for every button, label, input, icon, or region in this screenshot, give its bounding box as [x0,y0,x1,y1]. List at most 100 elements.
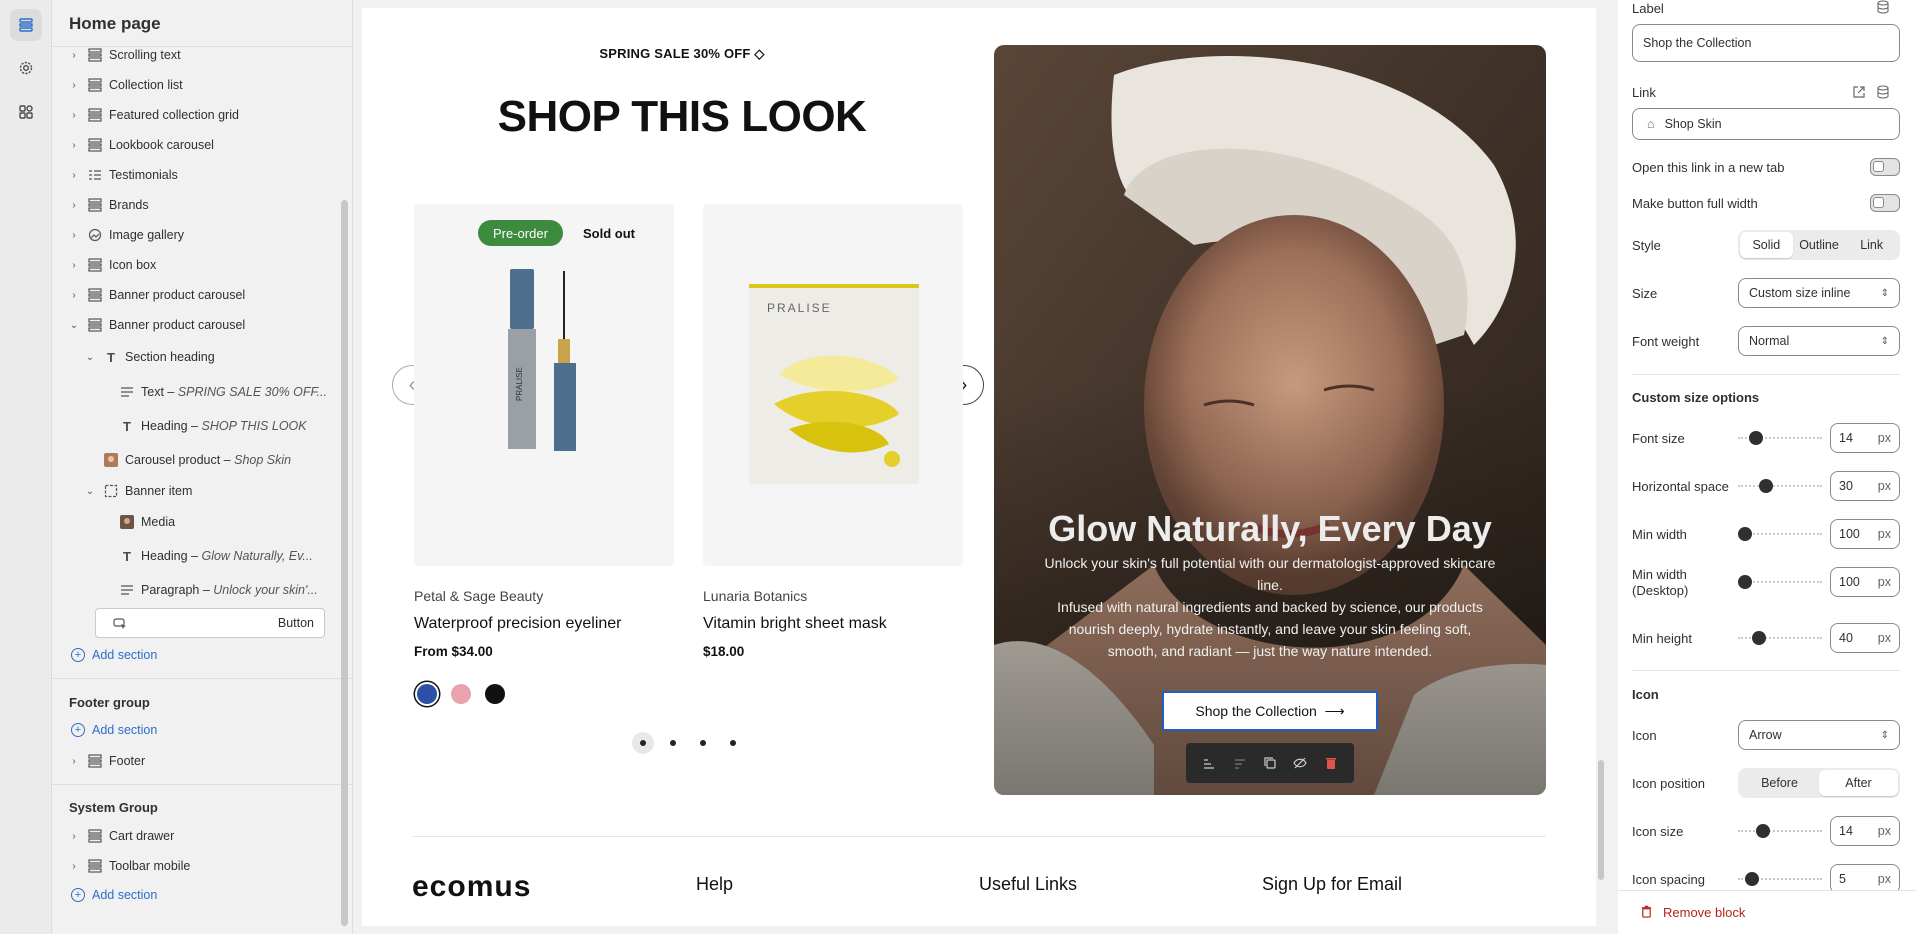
tree-item-banner-product-carousel[interactable]: › Banner product carousel [67,282,245,308]
product-name[interactable]: Waterproof precision eyeliner [414,615,622,633]
product-card-sheet-mask[interactable]: PRALISE [703,204,963,566]
carousel-dot[interactable] [632,732,654,754]
min-height-input[interactable]: 40 px [1830,623,1900,653]
min-width-desktop-input[interactable]: 100 px [1830,567,1900,597]
font-weight-select[interactable]: Normal ⇕ [1738,326,1900,356]
tree-item-banner-product-carousel-expanded[interactable]: ⌄ Banner product carousel [67,312,245,338]
tree-item-featured-collection-grid[interactable]: › Featured collection grid [67,102,239,128]
size-select[interactable]: Custom size inline ⇕ [1738,278,1900,308]
text-icon: T [123,418,131,434]
tree-item-heading[interactable]: T Heading – SHOP THIS LOOK [113,413,307,439]
tree-item-testimonials[interactable]: › Testimonials [67,162,177,188]
label-input[interactable]: Shop the Collection [1632,24,1900,62]
add-section-button[interactable]: + Add section [71,648,157,662]
dynamic-source-icon[interactable] [1876,0,1890,17]
carousel-dot[interactable] [722,732,744,754]
tree-item-collection-list[interactable]: › Collection list [67,72,182,98]
icon-size-input[interactable]: 14 px [1830,816,1900,846]
horizontal-space-slider[interactable] [1738,478,1822,494]
style-solid[interactable]: Solid [1740,232,1793,258]
swatch-blue[interactable] [417,684,437,704]
preview-scrollbar[interactable] [1598,760,1604,880]
delete-trash-icon[interactable] [1321,753,1341,773]
style-outline[interactable]: Outline [1793,232,1846,258]
left-scrollbar[interactable] [341,200,348,926]
chevron-down-icon[interactable]: ⌄ [83,486,97,497]
system-add-section-button[interactable]: + Add section [71,888,157,902]
move-up-icon[interactable] [1199,753,1219,773]
chevron-right-icon[interactable]: › [67,80,81,91]
tree-item-banner-item[interactable]: ⌄ Banner item [83,478,193,504]
new-tab-toggle[interactable] [1870,158,1900,176]
tree-item-toolbar-mobile[interactable]: › Toolbar mobile [67,853,190,879]
remove-block-button[interactable]: Remove block [1618,890,1916,934]
tree-item-icon-box[interactable]: › Icon box [67,252,156,278]
tree-item-scrolling-text[interactable]: › Scrolling text [67,42,180,68]
chevron-right-icon[interactable]: › [67,170,81,181]
carousel-dot[interactable] [692,732,714,754]
icon-position-segmented-control[interactable]: Before After [1738,768,1900,798]
style-segmented-control[interactable]: Solid Outline Link [1738,230,1900,260]
chevron-right-icon[interactable]: › [67,756,81,767]
chevron-right-icon[interactable]: › [67,290,81,301]
dynamic-source-icon[interactable] [1876,85,1890,102]
chevron-right-icon[interactable]: › [67,200,81,211]
font-size-slider[interactable] [1738,430,1822,446]
banner-item[interactable]: Glow Naturally, Every Day Unlock your sk… [994,45,1546,795]
chevron-down-icon[interactable]: ⌄ [67,320,81,331]
diamond-icon: ◇ [754,46,765,61]
icon-position-after[interactable]: After [1819,770,1898,796]
icon-size-slider[interactable] [1738,823,1822,839]
chevron-right-icon[interactable]: › [67,140,81,151]
min-width-input[interactable]: 100 px [1830,519,1900,549]
banner-cta-button[interactable]: Shop the Collection ⟶ [1162,691,1378,731]
horizontal-space-input[interactable]: 30 px [1830,471,1900,501]
tree-item-media[interactable]: Media [113,509,175,535]
tree-item-lookbook-carousel[interactable]: › Lookbook carousel [67,132,214,158]
carousel-dot[interactable] [662,732,684,754]
move-down-icon[interactable] [1230,753,1250,773]
min-height-slider[interactable] [1738,630,1822,646]
icon-position-before[interactable]: Before [1740,770,1819,796]
image-icon [119,514,135,530]
tree-detail: Glow Naturally, Ev... [201,549,313,563]
chevron-right-icon[interactable]: › [67,110,81,121]
tree-item-paragraph[interactable]: Paragraph – Unlock your skin'... [113,577,318,603]
tree-item-cart-drawer[interactable]: › Cart drawer [67,823,174,849]
product-name[interactable]: Vitamin bright sheet mask [703,615,887,633]
tree-item-image-gallery[interactable]: › Image gallery [67,222,184,248]
settings-gear-icon[interactable] [10,52,42,84]
min-width-slider[interactable] [1738,526,1822,542]
tree-item-heading-banner[interactable]: T Heading – Glow Naturally, Ev... [113,543,313,569]
duplicate-icon[interactable] [1260,753,1280,773]
icon-select[interactable]: Arrow ⇕ [1738,720,1900,750]
chevron-right-icon[interactable]: › [67,260,81,271]
swatch-pink[interactable] [451,684,471,704]
full-width-toggle[interactable] [1870,194,1900,212]
chevron-right-icon[interactable]: › [67,230,81,241]
swatch-black[interactable] [485,684,505,704]
footer-logo[interactable]: ecomus [412,870,552,905]
icon-spacing-slider[interactable] [1738,871,1822,887]
min-width-desktop-slider[interactable] [1738,574,1822,590]
chevron-right-icon[interactable]: › [67,861,81,872]
apps-icon[interactable] [10,96,42,128]
full-width-label: Make button full width [1632,196,1758,211]
link-picker[interactable]: ⌂ Shop Skin [1632,108,1900,140]
chevron-right-icon[interactable]: › [67,831,81,842]
chevron-right-icon[interactable]: › [67,50,81,61]
product-card-eyeliner[interactable]: Pre-order Sold out PRALISE Petal & Sage … [414,204,674,566]
hide-eye-icon[interactable] [1290,753,1310,773]
tree-item-button-selected[interactable]: Button [95,608,325,638]
tree-item-section-heading[interactable]: ⌄ T Section heading [83,344,215,370]
sections-icon[interactable] [10,9,42,41]
tree-item-brands[interactable]: › Brands [67,192,148,218]
font-size-input[interactable]: 14 px [1830,423,1900,453]
style-link[interactable]: Link [1845,232,1898,258]
footer-add-section-button[interactable]: + Add section [71,723,157,737]
tree-item-carousel-product[interactable]: Carousel product – Shop Skin [97,447,291,473]
tree-item-text[interactable]: Text – SPRING SALE 30% OFF... [113,379,327,405]
chevron-down-icon[interactable]: ⌄ [83,352,97,363]
external-link-icon[interactable] [1852,85,1866,102]
tree-item-footer[interactable]: › Footer [67,748,145,774]
